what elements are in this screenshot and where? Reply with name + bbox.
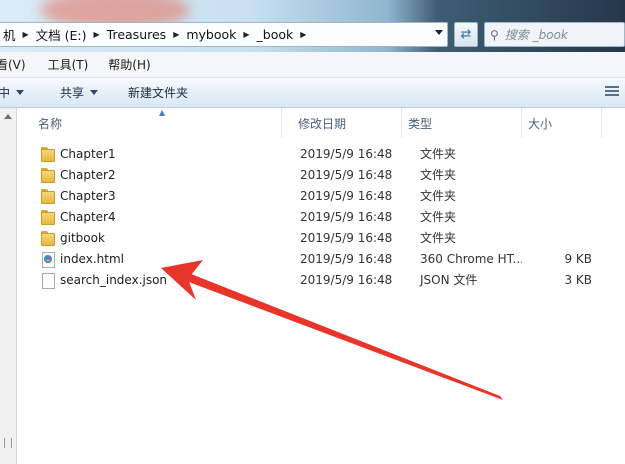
sort-ascending-icon: ▲ [159, 108, 166, 117]
include-in-library-button[interactable]: 中 [0, 84, 25, 101]
address-bar[interactable]: 机 ▶ 文档 (E:) ▶ Treasures ▶ mybook ▶ _book… [0, 22, 448, 47]
chevron-down-icon [16, 90, 25, 95]
breadcrumb-item-computer[interactable]: 机 [3, 25, 16, 44]
file-size: 3 KB [564, 272, 592, 287]
html-file-icon [40, 251, 56, 268]
file-name: index.html [60, 251, 124, 266]
file-type: 360 Chrome HT... [420, 251, 522, 266]
file-date: 2019/5/9 16:48 [300, 146, 393, 161]
menu-view[interactable]: 看(V) [0, 56, 32, 73]
breadcrumb: 机 ▶ 文档 (E:) ▶ Treasures ▶ mybook ▶ _book… [3, 25, 313, 44]
file-row[interactable]: Chapter2 2019/5/9 16:48 文件夹 [18, 164, 625, 185]
json-file-icon [40, 272, 56, 289]
search-input[interactable]: ⚲ 搜索 _book [484, 22, 625, 47]
column-header-date[interactable]: 修改日期 [282, 108, 402, 138]
chevron-right-icon[interactable]: ▶ [300, 30, 306, 39]
file-date: 2019/5/9 16:48 [300, 230, 393, 245]
chevron-right-icon[interactable]: ▶ [23, 30, 29, 39]
menu-help[interactable]: 帮助(H) [102, 56, 156, 73]
column-header-name[interactable]: ▲ 名称 [18, 108, 282, 138]
chevron-right-icon[interactable]: ▶ [243, 30, 249, 39]
folder-icon [40, 209, 56, 225]
include-label: 中 [0, 86, 11, 100]
column-header-row: ▲ 名称 修改日期 类型 大小 [18, 108, 625, 138]
refresh-button[interactable]: ⇄ [454, 22, 478, 47]
change-view-icon[interactable] [605, 86, 619, 98]
refresh-icon: ⇄ [460, 27, 472, 42]
file-type: 文件夹 [420, 147, 457, 161]
folder-icon [40, 146, 56, 162]
column-header-type[interactable]: 类型 [402, 108, 522, 138]
file-name: Chapter3 [60, 188, 116, 203]
command-bar: 中 共享 新建文件夹 [0, 78, 625, 108]
menu-bar: 看(V) 工具(T) 帮助(H) [0, 52, 625, 78]
folder-icon [40, 188, 56, 204]
search-placeholder: 搜索 _book [504, 28, 568, 42]
file-date: 2019/5/9 16:48 [300, 167, 393, 182]
breadcrumb-item-drive[interactable]: 文档 (E:) [36, 25, 87, 44]
file-name: gitbook [60, 230, 105, 245]
share-label: 共享 [60, 86, 85, 100]
share-button[interactable]: 共享 [60, 84, 99, 101]
breadcrumb-item-treasures[interactable]: Treasures [107, 27, 167, 42]
file-row[interactable]: Chapter1 2019/5/9 16:48 文件夹 [18, 143, 625, 164]
file-name: Chapter2 [60, 167, 116, 182]
column-header-type-label: 类型 [408, 116, 433, 131]
column-header-size[interactable]: 大小 [522, 108, 602, 138]
address-bar-area: 机 ▶ 文档 (E:) ▶ Treasures ▶ mybook ▶ _book… [0, 0, 625, 52]
file-type: JSON 文件 [420, 273, 478, 287]
scroll-thumb-grip-icon[interactable] [4, 438, 12, 448]
file-type: 文件夹 [420, 168, 457, 182]
file-type: 文件夹 [420, 189, 457, 203]
scroll-up-icon[interactable] [4, 114, 12, 119]
file-date: 2019/5/9 16:48 [300, 209, 393, 224]
column-header-date-label: 修改日期 [298, 116, 347, 131]
file-row[interactable]: gitbook 2019/5/9 16:48 文件夹 [18, 227, 625, 248]
file-date: 2019/5/9 16:48 [300, 251, 393, 266]
breadcrumb-item-book[interactable]: _book [257, 27, 294, 42]
file-list: Chapter1 2019/5/9 16:48 文件夹 Chapter2 201… [18, 143, 625, 290]
file-name: Chapter1 [60, 146, 116, 161]
navigation-pane-scrollbar[interactable] [0, 108, 17, 464]
search-icon: ⚲ [490, 27, 499, 42]
folder-icon [40, 230, 56, 246]
file-date: 2019/5/9 16:48 [300, 188, 393, 203]
file-type: 文件夹 [420, 231, 457, 245]
file-row[interactable]: index.html 2019/5/9 16:48 360 Chrome HT.… [18, 248, 625, 269]
file-size: 9 KB [564, 251, 592, 266]
file-row[interactable]: Chapter4 2019/5/9 16:48 文件夹 [18, 206, 625, 227]
file-row[interactable]: Chapter3 2019/5/9 16:48 文件夹 [18, 185, 625, 206]
column-header-name-label: 名称 [38, 116, 63, 131]
new-folder-button[interactable]: 新建文件夹 [128, 84, 188, 101]
breadcrumb-item-mybook[interactable]: mybook [186, 27, 236, 42]
address-dropdown-icon[interactable] [435, 30, 443, 35]
menu-tools[interactable]: 工具(T) [42, 56, 95, 73]
chevron-right-icon[interactable]: ▶ [173, 30, 179, 39]
folder-icon [40, 167, 56, 183]
file-name: Chapter4 [60, 209, 116, 224]
column-header-size-label: 大小 [528, 116, 553, 131]
new-folder-label: 新建文件夹 [128, 86, 189, 100]
file-row[interactable]: search_index.json 2019/5/9 16:48 JSON 文件… [18, 269, 625, 290]
chevron-right-icon[interactable]: ▶ [94, 30, 100, 39]
chevron-down-icon [90, 90, 99, 95]
file-date: 2019/5/9 16:48 [300, 272, 393, 287]
file-name: search_index.json [60, 272, 168, 287]
file-type: 文件夹 [420, 210, 457, 224]
